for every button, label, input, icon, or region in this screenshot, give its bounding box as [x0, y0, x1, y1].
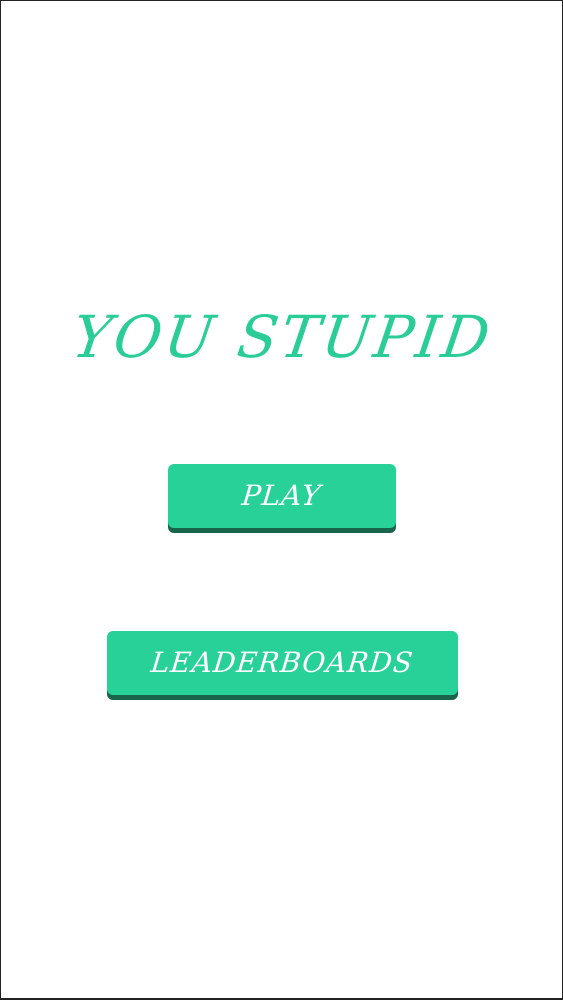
play-button-label: PLAY: [240, 479, 324, 512]
leaderboards-button-label: LEADERBOARDS: [149, 646, 416, 679]
game-title: YOU STUPID: [68, 303, 497, 371]
screen: YOU STUPID PLAY LEADERBOARDS: [0, 0, 563, 1000]
play-button[interactable]: PLAY: [168, 464, 396, 528]
leaderboards-button[interactable]: LEADERBOARDS: [107, 631, 458, 695]
